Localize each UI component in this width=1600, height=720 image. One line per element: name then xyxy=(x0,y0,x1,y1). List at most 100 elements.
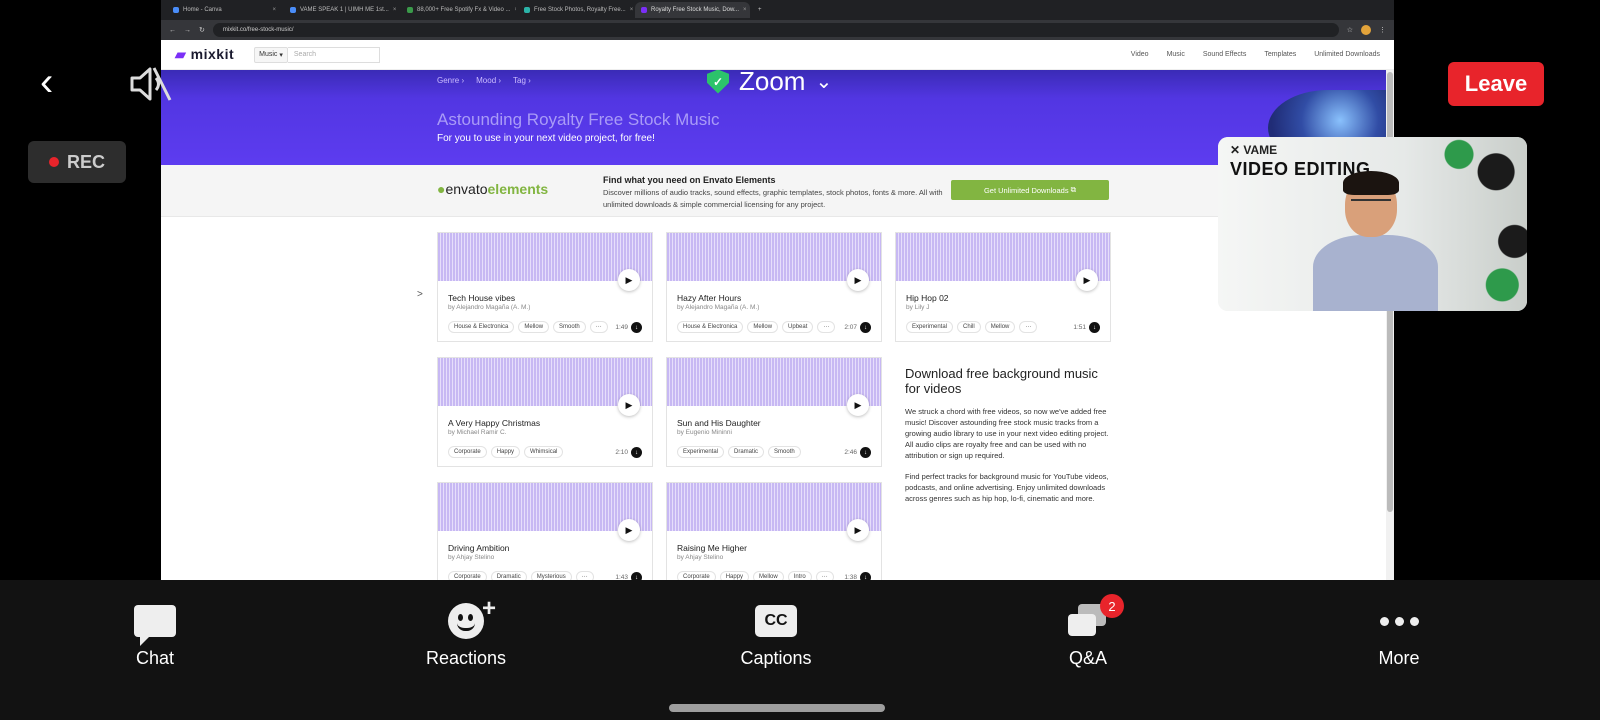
track-card[interactable]: ▶ A Very Happy Christmas by Michael Ramir … xyxy=(437,357,653,467)
track-title[interactable]: Sun and His Daughter xyxy=(677,418,761,428)
reactions-button[interactable]: + Reactions xyxy=(406,595,526,669)
track-card[interactable]: ▶ Tech House vibes by Alejandro Magaña (A.… xyxy=(437,232,653,342)
leave-button[interactable]: Leave xyxy=(1448,62,1544,106)
track-tag[interactable]: Happy xyxy=(719,571,750,580)
download-icon[interactable]: ↓ xyxy=(860,447,871,458)
play-icon[interactable]: ▶ xyxy=(847,519,869,541)
track-title[interactable]: A Very Happy Christmas xyxy=(448,418,540,428)
envato-logo[interactable]: ●envatoelements xyxy=(437,181,548,197)
browser-tab[interactable]: VAME SPEAK 1 | UIMH ME 1st... × xyxy=(284,2,399,18)
play-icon[interactable]: ▶ xyxy=(618,269,640,291)
new-tab-icon[interactable]: + xyxy=(752,2,766,18)
browser-tab[interactable]: Home - Canva × xyxy=(167,2,282,18)
download-icon[interactable]: ↓ xyxy=(1089,322,1100,333)
meeting-info-dropdown[interactable]: ✓ Zoom ⌄ xyxy=(707,66,832,97)
close-tab-icon[interactable]: × xyxy=(630,7,633,13)
close-tab-icon[interactable]: × xyxy=(743,7,747,13)
profile-avatar[interactable] xyxy=(1361,25,1371,35)
back-arrow-icon[interactable]: ← xyxy=(169,27,176,34)
browser-menu-icon[interactable]: ⋮ xyxy=(1379,26,1386,34)
nav-link-music[interactable]: Music xyxy=(1167,51,1185,58)
category-select[interactable]: Music ▾ xyxy=(254,46,288,63)
download-icon[interactable]: ↓ xyxy=(860,322,871,333)
track-tag[interactable]: Chill xyxy=(957,321,981,333)
track-title[interactable]: Driving Ambition xyxy=(448,543,509,553)
track-title[interactable]: Tech House vibes xyxy=(448,293,515,303)
nav-link-unlimited-downloads[interactable]: Unlimited Downloads xyxy=(1314,51,1380,58)
track-author[interactable]: by Ahjay Stelino xyxy=(677,554,723,561)
qa-button[interactable]: 2 Q&A xyxy=(1028,594,1148,669)
forward-arrow-icon[interactable]: → xyxy=(184,27,191,34)
track-tag[interactable]: Mellow xyxy=(518,321,550,333)
tag-filter[interactable]: Tag › xyxy=(513,76,531,85)
back-arrow-icon[interactable]: ‹ xyxy=(40,62,76,104)
reload-icon[interactable]: ↻ xyxy=(199,26,205,34)
track-tag[interactable]: Upbeat xyxy=(782,321,814,333)
track-author[interactable]: by Michael Ramir C. xyxy=(448,429,507,436)
track-title[interactable]: Hip Hop 02 xyxy=(906,293,949,303)
nav-link-sound-effects[interactable]: Sound Effects xyxy=(1203,51,1246,58)
track-tag[interactable]: ··· xyxy=(589,321,608,333)
track-tag[interactable]: House & Electronica xyxy=(677,321,744,333)
track-title[interactable]: Hazy After Hours xyxy=(677,293,741,303)
track-tag[interactable]: Mellow xyxy=(753,571,784,580)
download-icon[interactable]: ↓ xyxy=(860,572,871,580)
track-tag[interactable]: Experimental xyxy=(906,321,954,333)
track-tag[interactable]: ··· xyxy=(1019,321,1038,333)
nav-link-video[interactable]: Video xyxy=(1131,51,1149,58)
nav-link-templates[interactable]: Templates xyxy=(1264,51,1296,58)
track-card[interactable]: ▶ Hip Hop 02 by Lily J Experimental Chill Mel… xyxy=(895,232,1111,342)
track-tag[interactable]: Mellow xyxy=(747,321,779,333)
browser-tab-active[interactable]: Royalty Free Stock Music, Dow... × xyxy=(635,2,750,18)
track-tag[interactable]: Corporate xyxy=(448,446,487,458)
site-search-input[interactable]: Search xyxy=(287,46,380,63)
play-icon[interactable]: ▶ xyxy=(618,519,640,541)
download-icon[interactable]: ↓ xyxy=(631,322,642,333)
track-tag[interactable]: ··· xyxy=(575,571,594,580)
download-icon[interactable]: ↓ xyxy=(631,447,642,458)
bookmark-star-icon[interactable]: ☆ xyxy=(1347,26,1353,34)
download-icon[interactable]: ↓ xyxy=(631,572,642,580)
track-tag[interactable]: House & Electronica xyxy=(448,321,515,333)
track-tag[interactable]: Smooth xyxy=(553,321,586,333)
track-title[interactable]: Raising Me Higher xyxy=(677,543,747,553)
mixkit-logo[interactable]: ▰ mixkit xyxy=(175,46,234,63)
track-tag[interactable]: Corporate xyxy=(677,571,716,580)
address-bar[interactable]: mixkit.co/free-stock-music/ xyxy=(212,23,1339,37)
participant-video-tile[interactable]: ✕ VAME VIDEO EDITING xyxy=(1218,137,1527,311)
mood-filter[interactable]: Mood › xyxy=(476,76,501,85)
track-tag[interactable]: Happy xyxy=(490,446,521,458)
home-indicator[interactable] xyxy=(669,704,885,712)
genre-filter[interactable]: Genre › xyxy=(437,76,464,85)
close-tab-icon[interactable]: × xyxy=(514,7,516,13)
track-tag[interactable]: Smooth xyxy=(768,446,801,458)
play-icon[interactable]: ▶ xyxy=(618,394,640,416)
track-author[interactable]: by Eugenio Mininni xyxy=(677,429,732,436)
chat-button[interactable]: Chat xyxy=(95,600,215,669)
track-tag[interactable]: Dramatic xyxy=(490,571,527,580)
get-unlimited-downloads-button[interactable]: Get Unlimited Downloads ⧉ xyxy=(951,180,1109,200)
more-button[interactable]: More xyxy=(1339,600,1459,669)
play-icon[interactable]: ▶ xyxy=(847,269,869,291)
close-tab-icon[interactable]: × xyxy=(393,7,397,13)
speaker-muted-icon[interactable] xyxy=(128,64,174,104)
captions-button[interactable]: CC Captions xyxy=(716,600,836,669)
track-author[interactable]: by Alejandro Magaña (A. M.) xyxy=(677,304,759,311)
track-tag[interactable]: Mellow xyxy=(984,321,1016,333)
track-author[interactable]: by Alejandro Magaña (A. M.) xyxy=(448,304,530,311)
track-tag[interactable]: Intro xyxy=(787,571,812,580)
track-card[interactable]: ▶ Driving Ambition by Ahjay Stelino Corpora… xyxy=(437,482,653,580)
recording-badge[interactable]: REC xyxy=(28,141,126,183)
browser-tab[interactable]: Free Stock Photos, Royalty Free... × xyxy=(518,2,633,18)
track-card[interactable]: ▶ Raising Me Higher by Ahjay Stelino Corpor… xyxy=(666,482,882,580)
track-tag[interactable]: Whimsical xyxy=(524,446,564,458)
track-tag[interactable]: Mysterious xyxy=(530,571,572,580)
track-tag[interactable]: Experimental xyxy=(677,446,725,458)
play-icon[interactable]: ▶ xyxy=(1076,269,1098,291)
track-author[interactable]: by Ahjay Stelino xyxy=(448,554,494,561)
track-tag[interactable]: Corporate xyxy=(448,571,487,580)
track-tag[interactable]: ··· xyxy=(817,321,836,333)
track-card[interactable]: ▶ Sun and His Daughter by Eugenio Mininni E… xyxy=(666,357,882,467)
track-card[interactable]: ▶ Hazy After Hours by Alejandro Magaña (A.… xyxy=(666,232,882,342)
track-author[interactable]: by Lily J xyxy=(906,304,929,311)
